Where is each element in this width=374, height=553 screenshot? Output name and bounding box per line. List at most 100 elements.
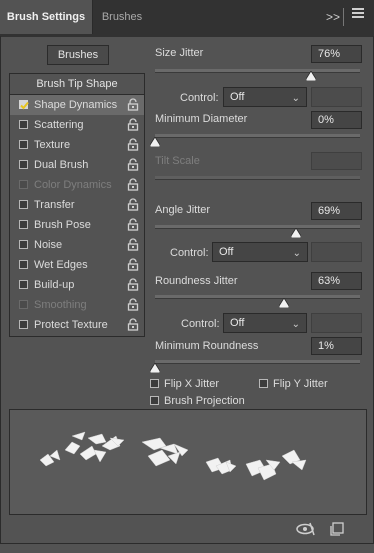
brush-tip-shape-item[interactable]: Brush Tip Shape <box>10 74 144 95</box>
lock-icon[interactable] <box>127 118 139 131</box>
lock-icon[interactable] <box>127 158 139 171</box>
brush-setting-label: Brush Pose <box>34 219 91 231</box>
brush-setting-label: Protect Texture <box>34 319 108 331</box>
brush-setting-item[interactable]: Shape Dynamics <box>10 95 144 115</box>
eye-slash-icon[interactable] <box>296 522 316 536</box>
brush-setting-item[interactable]: Dual Brush <box>10 155 144 175</box>
brush-setting-checkbox[interactable] <box>19 260 28 269</box>
brush-setting-label: Build-up <box>34 279 75 291</box>
roundness-jitter-label: Roundness Jitter <box>155 275 238 287</box>
brush-setting-item[interactable]: Noise <box>10 235 144 255</box>
lock-icon[interactable] <box>127 178 139 191</box>
chevron-down-icon: ⌄ <box>291 319 300 330</box>
min-roundness-input[interactable]: 1% <box>311 337 362 355</box>
lock-icon[interactable] <box>127 298 139 311</box>
brush-setting-item[interactable]: Transfer <box>10 195 144 215</box>
chevron-down-icon: ⌄ <box>292 248 301 259</box>
select-value: Off <box>230 317 245 329</box>
brush-setting-label: Smoothing <box>34 299 87 311</box>
brush-setting-item[interactable]: Texture <box>10 135 144 155</box>
brush-setting-item[interactable]: Smoothing <box>10 295 144 315</box>
flip-y-checkbox[interactable] <box>259 379 268 388</box>
size-jitter-slider-thumb[interactable] <box>305 70 317 82</box>
size-jitter-control-select[interactable]: Off ⌄ <box>223 87 307 107</box>
brush-setting-item[interactable]: Scattering <box>10 115 144 135</box>
min-roundness-slider-track[interactable] <box>155 360 360 364</box>
tab-brushes[interactable]: Brushes <box>92 0 151 34</box>
control-extra-input <box>311 87 362 107</box>
control-label: Control: <box>180 92 219 104</box>
brush-setting-label: Transfer <box>34 199 75 211</box>
brush-setting-label: Scattering <box>34 119 84 131</box>
size-jitter-slider-track[interactable] <box>155 69 360 73</box>
select-value: Off <box>219 246 234 258</box>
flip-y-label: Flip Y Jitter <box>273 378 328 390</box>
control-extra-input <box>311 242 362 262</box>
brush-setting-checkbox[interactable] <box>19 140 28 149</box>
roundness-jitter-slider-track[interactable] <box>155 295 360 299</box>
brush-setting-checkbox[interactable] <box>19 120 28 129</box>
angle-jitter-control-select[interactable]: Off ⌄ <box>212 242 308 262</box>
angle-jitter-slider-thumb[interactable] <box>291 227 302 239</box>
brush-setting-label: Texture <box>34 139 71 151</box>
angle-jitter-label: Angle Jitter <box>155 204 211 216</box>
lock-icon[interactable] <box>127 278 139 291</box>
bottom-toolbar <box>0 515 374 543</box>
flip-x-checkbox[interactable] <box>150 379 159 388</box>
lock-icon[interactable] <box>127 318 139 331</box>
brush-setting-label: Noise <box>34 239 63 251</box>
brush-setting-checkbox[interactable] <box>19 160 28 169</box>
lock-icon[interactable] <box>127 218 139 231</box>
min-roundness-slider-thumb[interactable] <box>149 362 161 374</box>
min-diameter-slider-thumb[interactable] <box>149 136 161 148</box>
brush-setting-checkbox[interactable] <box>19 100 29 110</box>
brush-setting-checkbox <box>19 180 28 189</box>
brush-setting-checkbox[interactable] <box>19 320 28 329</box>
brush-setting-item[interactable]: Color Dynamics <box>10 175 144 195</box>
roundness-jitter-slider-thumb[interactable] <box>278 297 290 309</box>
min-diameter-slider-track[interactable] <box>155 134 360 138</box>
brush-stroke-preview-image <box>39 431 307 481</box>
brush-setting-item[interactable]: Build-up <box>10 275 144 295</box>
control-label: Control: <box>170 247 209 259</box>
brush-setting-label: Wet Edges <box>34 259 88 271</box>
tab-bar: Brush Settings Brushes >> <box>0 0 374 37</box>
roundness-jitter-control-select[interactable]: Off ⌄ <box>223 313 307 333</box>
brushes-button[interactable]: Brushes <box>47 45 109 65</box>
brush-setting-label: Dual Brush <box>34 159 89 171</box>
brush-setting-checkbox[interactable] <box>19 220 28 229</box>
lock-icon[interactable] <box>127 258 139 271</box>
flip-x-label: Flip X Jitter <box>164 378 220 390</box>
lock-icon[interactable] <box>127 238 139 251</box>
brush-setting-checkbox <box>19 300 28 309</box>
brush-setting-checkbox[interactable] <box>19 240 28 249</box>
lock-icon[interactable] <box>127 198 139 211</box>
brush-projection-checkbox[interactable] <box>150 396 159 405</box>
brush-setting-item[interactable]: Protect Texture <box>10 315 144 335</box>
lock-icon[interactable] <box>127 138 139 151</box>
lock-icon[interactable] <box>127 98 139 111</box>
hamburger-menu-icon[interactable] <box>352 8 364 20</box>
brush-setting-item[interactable]: Brush Pose <box>10 215 144 235</box>
min-roundness-label: Minimum Roundness <box>155 340 259 352</box>
control-label: Control: <box>181 318 220 330</box>
brush-setting-checkbox[interactable] <box>19 280 28 289</box>
control-extra-input <box>311 313 362 333</box>
new-preset-icon[interactable] <box>330 522 344 536</box>
brush-setting-label: Shape Dynamics <box>34 99 118 111</box>
brush-setting-item[interactable]: Wet Edges <box>10 255 144 275</box>
size-jitter-input[interactable]: 76% <box>311 45 362 63</box>
checkmark-icon <box>20 101 29 110</box>
brush-stroke-preview <box>9 409 367 515</box>
angle-jitter-input[interactable]: 69% <box>311 202 362 220</box>
select-value: Off <box>230 91 245 103</box>
min-diameter-input[interactable]: 0% <box>311 111 362 129</box>
double-chevron-right-icon[interactable]: >> <box>326 10 340 24</box>
roundness-jitter-input[interactable]: 63% <box>311 272 362 290</box>
brush-setting-label: Color Dynamics <box>34 179 112 191</box>
angle-jitter-slider-track[interactable] <box>155 225 360 229</box>
tilt-scale-input <box>311 152 362 170</box>
divider <box>343 8 344 26</box>
brush-setting-checkbox[interactable] <box>19 200 28 209</box>
tab-brush-settings[interactable]: Brush Settings <box>0 0 92 34</box>
